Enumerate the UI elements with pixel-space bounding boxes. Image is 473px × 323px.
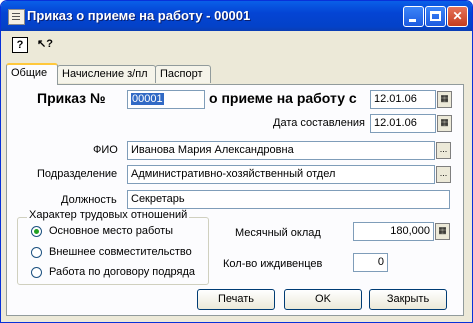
whats-this-icon[interactable]: ↖? [37, 37, 53, 53]
tab-general[interactable]: Общие [6, 63, 58, 85]
ok-button[interactable]: OK [284, 289, 362, 310]
radio-main-job[interactable] [31, 226, 42, 237]
salary-input[interactable]: 180,000 [353, 222, 434, 241]
fio-field[interactable]: Иванова Мария Александровна [127, 141, 435, 160]
maximize-button[interactable] [425, 6, 446, 27]
salary-label: Месячный оклад [235, 227, 321, 239]
order-number-value: 00001 [131, 93, 164, 105]
radio-contract-label[interactable]: Работа по договору подряда [49, 266, 195, 278]
calendar-icon[interactable]: ▦ [437, 91, 452, 108]
minimize-button[interactable] [403, 6, 424, 27]
department-label: Подразделение [37, 168, 118, 180]
maximize-icon [430, 11, 441, 21]
compose-date-input[interactable]: 12.01.06 [370, 114, 436, 133]
title-bar[interactable]: Приказ о приеме на работу - 00001 ✕ [1, 1, 472, 31]
radio-external-part-time-label[interactable]: Внешнее совместительство [49, 246, 192, 258]
tab-passport[interactable]: Паспорт [155, 65, 211, 83]
tab-salary[interactable]: Начисление з/пл [57, 65, 156, 83]
window: Приказ о приеме на работу - 00001 ✕ ? ↖?… [0, 0, 473, 323]
hire-label: о приеме на работу с [209, 90, 357, 106]
dependents-input[interactable]: 0 [353, 253, 388, 272]
department-field[interactable]: Административно-хозяйственный отдел [127, 165, 435, 184]
dependents-label: Кол-во иждивенцев [223, 258, 323, 270]
relations-title: Характер трудовых отношений [27, 209, 190, 221]
order-label: Приказ № [37, 90, 106, 106]
document-icon [8, 9, 25, 25]
radio-external-part-time[interactable] [31, 247, 42, 258]
calendar-icon[interactable]: ▦ [437, 115, 452, 132]
ellipsis-icon[interactable]: ... [436, 142, 451, 159]
fio-label: ФИО [93, 144, 118, 156]
close-window-button[interactable]: ✕ [447, 6, 468, 27]
ellipsis-icon[interactable]: ... [436, 166, 451, 183]
position-field[interactable]: Секретарь [127, 190, 450, 209]
radio-main-job-label[interactable]: Основное место работы [49, 225, 173, 237]
order-number-input[interactable]: 00001 [127, 90, 205, 109]
position-label: Должность [61, 194, 117, 206]
hire-date-input[interactable]: 12.01.06 [370, 90, 436, 109]
close-button[interactable]: Закрыть [369, 289, 447, 310]
minimize-icon [409, 19, 416, 22]
help-icon[interactable]: ? [12, 37, 28, 53]
calculator-icon[interactable]: ▦ [435, 223, 450, 240]
compose-date-label: Дата составления [273, 117, 365, 129]
print-button[interactable]: Печать [197, 289, 275, 310]
radio-contract[interactable] [31, 267, 42, 278]
window-title: Приказ о приеме на работу - 00001 [27, 8, 251, 23]
